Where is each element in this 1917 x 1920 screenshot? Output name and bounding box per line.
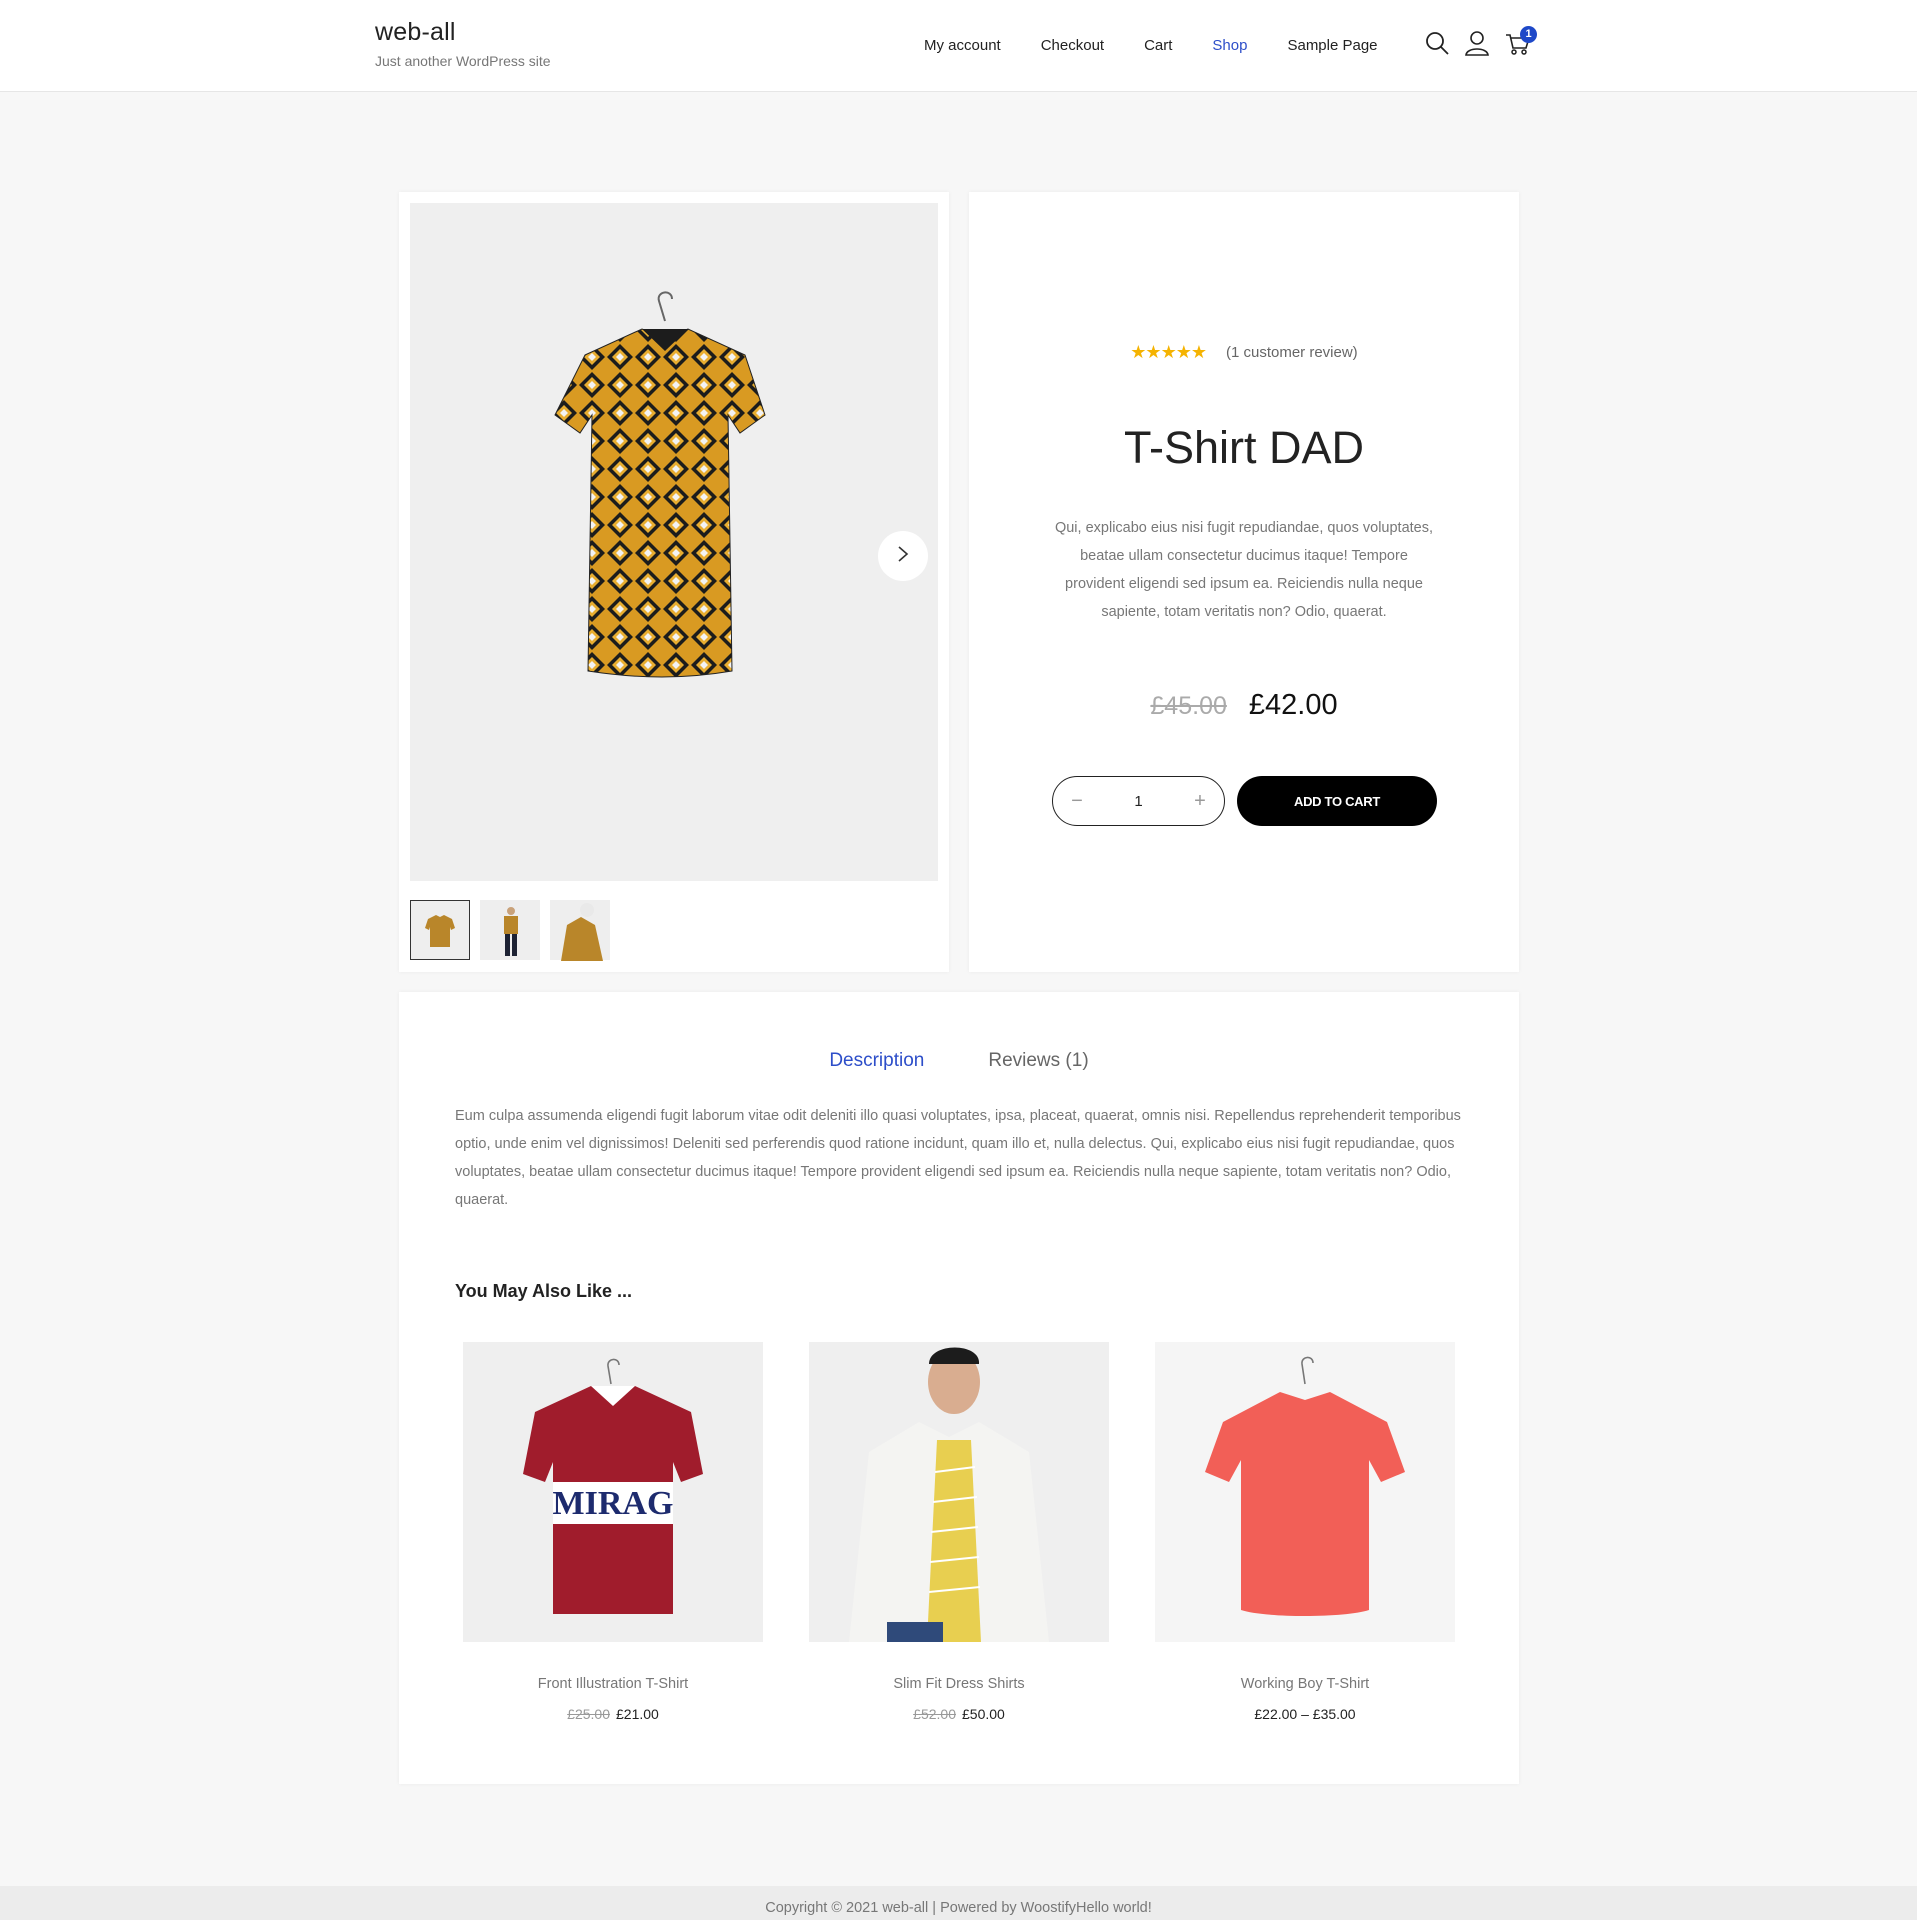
tab-description[interactable]: Description xyxy=(829,1050,924,1072)
related-sale-price: £50.00 xyxy=(962,1706,1005,1722)
site-title[interactable]: web-all xyxy=(375,18,551,47)
related-price-range: £22.00 – £35.00 xyxy=(1254,1706,1356,1722)
product-title: T-Shirt DAD xyxy=(1123,422,1365,473)
chevron-right-icon xyxy=(896,545,910,568)
related-product[interactable]: Working Boy T-Shirt £22.00 – £35.00 xyxy=(1155,1342,1455,1722)
add-to-cart-button[interactable]: ADD TO CART xyxy=(1237,776,1437,826)
related-regular-price: £25.00 xyxy=(567,1706,610,1722)
tab-reviews[interactable]: Reviews (1) xyxy=(988,1050,1088,1072)
search-icon[interactable] xyxy=(1425,30,1449,56)
related-product-name[interactable]: Front Illustration T-Shirt xyxy=(463,1676,763,1692)
regular-price: £45.00 xyxy=(1150,692,1227,720)
cart-icon[interactable]: 1 xyxy=(1505,26,1537,56)
product-price: £45.00 £42.00 xyxy=(969,689,1519,722)
site-header: web-all Just another WordPress site My a… xyxy=(0,0,1917,92)
quantity-input[interactable]: 1 xyxy=(1134,793,1142,810)
nav-my-account[interactable]: My account xyxy=(924,37,1001,54)
add-to-cart-form: − 1 + ADD TO CART xyxy=(1052,776,1437,826)
related-products: MIRAG Front Illustration T-Shirt £25.00 £… xyxy=(463,1342,1455,1722)
related-regular-price: £52.00 xyxy=(913,1706,956,1722)
nav-checkout[interactable]: Checkout xyxy=(1041,37,1104,54)
product-rating: ★★★★★ (1 customer review) xyxy=(969,342,1519,363)
product-description: Eum culpa assumenda eligendi fugit labor… xyxy=(455,1108,1461,1208)
cart-count-badge: 1 xyxy=(1520,26,1537,43)
primary-nav: My account Checkout Cart Shop Sample Pag… xyxy=(924,37,1418,54)
related-product[interactable]: Slim Fit Dress Shirts £52.00 £50.00 xyxy=(809,1342,1109,1722)
header-icons: 1 xyxy=(1425,26,1537,56)
product-details: Description Reviews (1) Eum culpa assume… xyxy=(399,992,1519,1784)
product-gallery xyxy=(399,192,949,972)
site-tagline: Just another WordPress site xyxy=(375,53,551,69)
site-branding: web-all Just another WordPress site xyxy=(375,18,551,69)
product-tabs: Description Reviews (1) xyxy=(399,1050,1519,1072)
related-product-image[interactable] xyxy=(809,1342,1109,1642)
related-sale-price: £21.00 xyxy=(616,1706,659,1722)
nav-shop[interactable]: Shop xyxy=(1212,37,1247,54)
related-product-name[interactable]: Working Boy T-Shirt xyxy=(1155,1676,1455,1692)
related-product-price: £25.00 £21.00 xyxy=(463,1706,763,1722)
thumbnail-3[interactable] xyxy=(550,900,610,961)
plus-icon[interactable]: + xyxy=(1190,790,1210,813)
related-product-price: £52.00 £50.00 xyxy=(809,1706,1109,1722)
quantity-stepper: − 1 + xyxy=(1052,776,1225,826)
related-product-image[interactable] xyxy=(1155,1342,1455,1642)
related-product[interactable]: MIRAG Front Illustration T-Shirt £25.00 £… xyxy=(463,1342,763,1722)
shirt-print-text: MIRAG xyxy=(553,1485,674,1522)
nav-cart[interactable]: Cart xyxy=(1144,37,1172,54)
site-footer: Copyright © 2021 web-all | Powered by Wo… xyxy=(0,1886,1917,1920)
related-product-image[interactable]: MIRAG xyxy=(463,1342,763,1642)
sale-price: £42.00 xyxy=(1248,689,1338,721)
product-main-image[interactable] xyxy=(410,203,938,881)
related-product-price: £22.00 – £35.00 xyxy=(1155,1706,1455,1722)
related-products-heading: You May Also Like ... xyxy=(455,1281,633,1301)
shirt-illustration xyxy=(554,291,766,678)
user-icon[interactable] xyxy=(1465,30,1489,56)
minus-icon[interactable]: − xyxy=(1067,790,1087,813)
thumbnail-2[interactable] xyxy=(480,900,540,960)
star-rating-icon: ★★★★★ xyxy=(1130,342,1207,362)
nav-sample-page[interactable]: Sample Page xyxy=(1287,37,1377,54)
gallery-next-button[interactable] xyxy=(878,531,928,581)
thumbnail-1[interactable] xyxy=(410,900,470,960)
product-summary: ★★★★★ (1 customer review) T-Shirt DAD Qu… xyxy=(969,192,1519,972)
review-count-link[interactable]: (1 customer review) xyxy=(1226,344,1358,361)
related-product-name[interactable]: Slim Fit Dress Shirts xyxy=(809,1676,1109,1692)
product-short-description: Qui, explicabo eius nisi fugit repudiand… xyxy=(1054,520,1434,620)
gallery-thumbnails xyxy=(410,900,610,961)
